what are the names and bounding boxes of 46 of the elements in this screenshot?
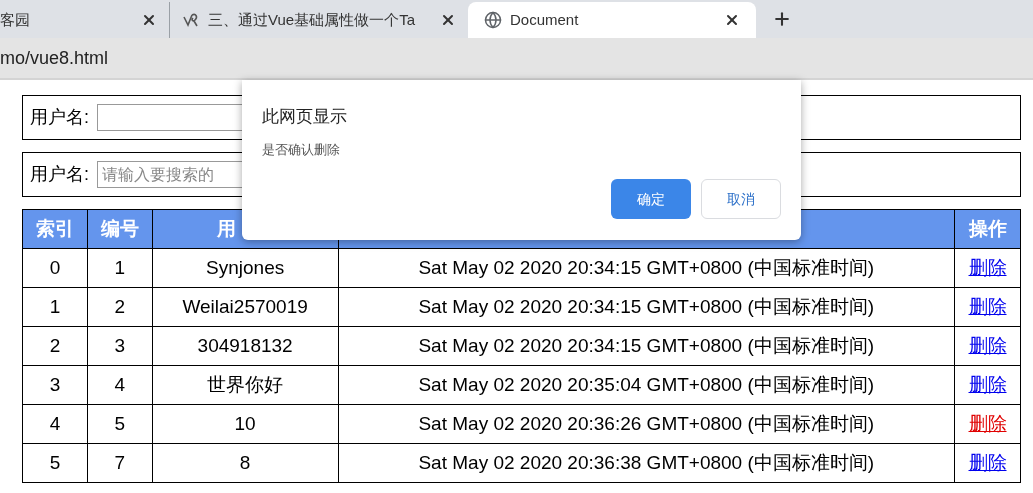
tab-title: Document — [510, 9, 580, 30]
url-text: mo/vue8.html — [0, 46, 109, 70]
table-cell: 8 — [152, 443, 339, 483]
table-cell: 4 — [87, 365, 153, 405]
table-cell: Sat May 02 2020 20:35:04 GMT+0800 (中国标准时间) — [338, 365, 955, 405]
table-cell: 7 — [87, 443, 153, 483]
table-cell: Synjones — [152, 248, 339, 288]
table-cell: 3 — [22, 365, 88, 405]
table-cell: 2 — [87, 287, 153, 327]
globe-icon — [484, 11, 502, 29]
close-icon[interactable] — [440, 12, 456, 28]
dialog-message: 是否确认删除 — [262, 140, 341, 159]
table-cell: 304918132 — [152, 326, 339, 366]
site-icon — [182, 11, 200, 29]
new-tab-icon[interactable] — [772, 9, 792, 29]
table-cell: Weilai2570019 — [152, 287, 339, 327]
table-cell: 4 — [22, 404, 88, 444]
field-label: 用户名: — [30, 163, 89, 186]
address-bar[interactable]: mo/vue8.html — [0, 38, 1033, 80]
field-label: 用户名: — [30, 106, 89, 129]
column-header: 操作 — [954, 209, 1021, 249]
close-icon[interactable] — [141, 12, 157, 28]
dialog-title: 此网页显示 — [262, 106, 348, 128]
table-cell: 3 — [87, 326, 153, 366]
column-header: 编号 — [87, 209, 153, 249]
table-cell: Sat May 02 2020 20:34:15 GMT+0800 (中国标准时间) — [338, 287, 955, 327]
browser-tab[interactable]: 客园 — [0, 2, 170, 38]
tab-title: 三、通过Vue基础属性做一个Ta — [208, 9, 416, 30]
column-header: 索引 — [22, 209, 88, 249]
table-cell: 1 — [87, 248, 153, 288]
table-cell: Sat May 02 2020 20:36:38 GMT+0800 (中国标准时间) — [338, 443, 955, 483]
table-cell: Sat May 02 2020 20:34:15 GMT+0800 (中国标准时间) — [338, 248, 955, 288]
browser-tab[interactable]: Document — [468, 2, 756, 38]
table-cell: 1 — [22, 287, 88, 327]
table-cell: Sat May 02 2020 20:36:26 GMT+0800 (中国标准时间) — [338, 404, 955, 444]
table-cell: 0 — [22, 248, 88, 288]
table-cell: 5 — [87, 404, 153, 444]
confirm-button[interactable]: 确定 — [611, 179, 691, 219]
table-cell: 世界你好 — [152, 365, 339, 405]
cancel-button[interactable]: 取消 — [701, 179, 781, 219]
tab-title: 客园 — [0, 9, 31, 30]
table-cell: 2 — [22, 326, 88, 366]
close-icon[interactable] — [724, 12, 740, 28]
table-cell: Sat May 02 2020 20:34:15 GMT+0800 (中国标准时间) — [338, 326, 955, 366]
table-cell: 5 — [22, 443, 88, 483]
table-cell: 10 — [152, 404, 339, 444]
